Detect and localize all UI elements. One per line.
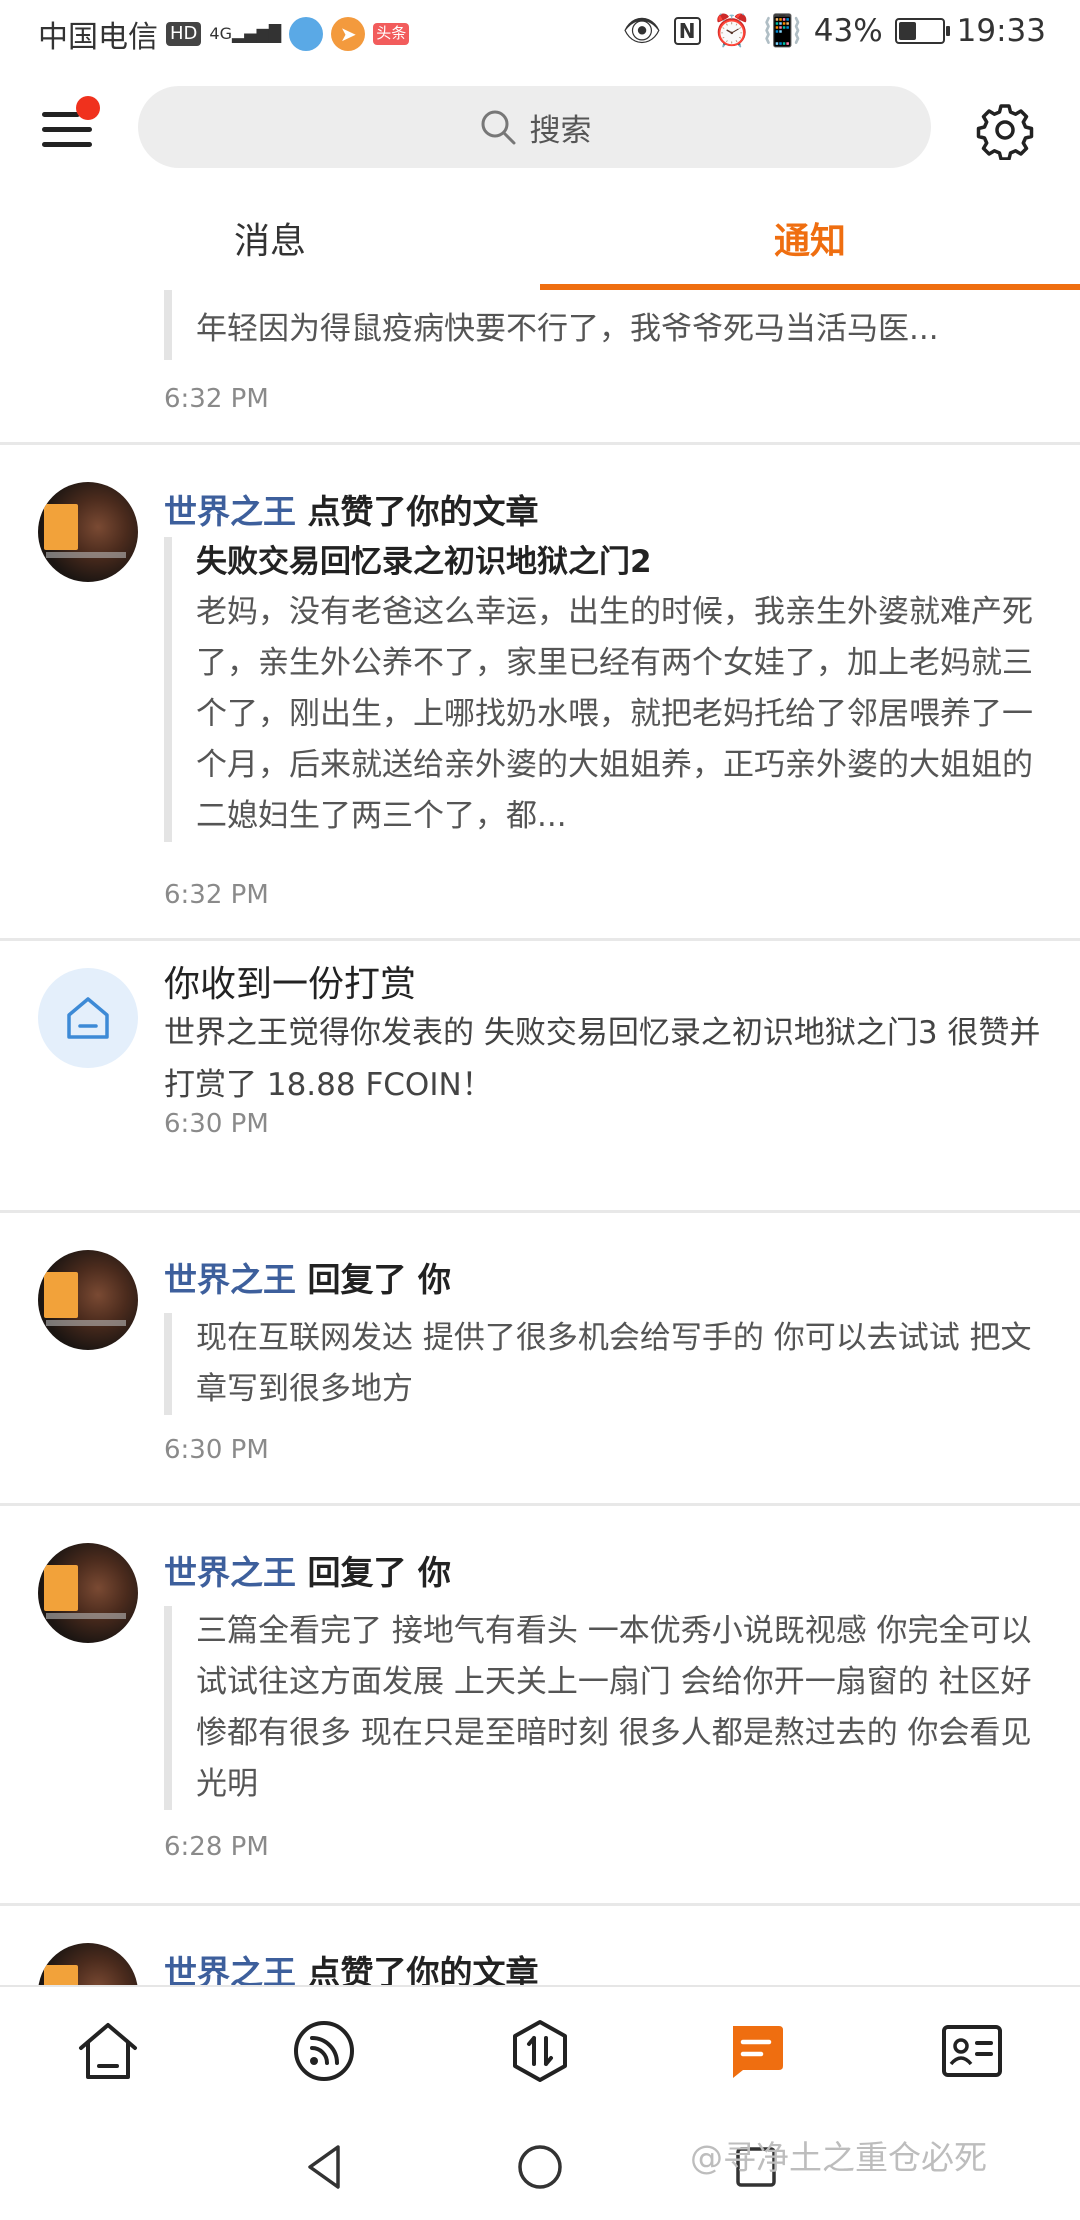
notification-heading: 世界之王 点赞了你的文章 [164,485,539,533]
quote-body: 老妈，没有老爸这么幸运，出生的时候，我亲生外婆就难产死了，亲生外公养不了，家里已… [196,594,1033,834]
tab-messages[interactable]: 消息 [0,200,540,284]
alarm-icon: ⏰ [712,13,752,49]
avatar-caption [46,1613,126,1619]
status-right: 👁 N ⏰ 📳 43% 19:33 [622,12,1046,50]
username-link[interactable]: 世界之王 [164,1953,296,1985]
timestamp: 6:30 PM [164,1435,269,1465]
search-bar[interactable]: 搜索 [138,86,931,168]
notification-icon [733,2026,783,2078]
feed-icon [294,2021,354,2081]
hd-badge: HD [166,22,202,46]
action-text: 点赞了你的文章 [307,492,539,531]
quote-block[interactable]: 现在互联网发达 提供了很多机会给写手的 你可以去试试 把文章写到很多地方 [164,1313,1056,1415]
notification-feed[interactable]: 年轻因为得鼠疫病快要不行了，我爷爷死马当活马医... 6:32 PM 世界之王 … [0,290,1080,1985]
bottom-navigation [0,1985,1080,2115]
vibrate-icon: 📳 [763,13,802,49]
quote-body: 现在互联网发达 提供了很多机会给写手的 你可以去试试 把文章写到很多地方 [196,1320,1032,1407]
list-item[interactable]: 世界之王 回复了 你 三篇全看完了 接地气有看头 一本优秀小说既视感 你完全可以… [0,1506,1080,1896]
action-text: 回复了 你 [307,1260,452,1299]
action-text: 回复了 你 [307,1553,452,1592]
notification-heading: 世界之王 点赞了你的文章 [164,1946,539,1985]
list-item[interactable]: 你收到一份打赏 世界之王觉得你发表的 失败交易回忆录之初识地狱之门3 很赞并打赏… [0,941,1080,1211]
gear-icon [976,104,1034,161]
menu-line [42,142,92,147]
profile-card-icon [942,2025,1002,2077]
watermark-text: @寻净土之重仓必死 [690,2138,987,2177]
avatar-caption [46,552,126,558]
username-link[interactable]: 世界之王 [164,1260,296,1299]
list-item[interactable]: 世界之王 回复了 你 现在互联网发达 提供了很多机会给写手的 你可以去试试 把文… [0,1213,1080,1503]
carrier-label: 中国电信 [38,20,158,55]
search-placeholder: 搜索 [529,112,592,149]
status-bar: 中国电信 HD 4G▂▄▆█ ➤ 头条 👁 N ⏰ 📳 43% 19:33 [0,0,1080,66]
back-button[interactable] [298,2139,354,2195]
reward-body: 世界之王觉得你发表的 失败交易回忆录之初识地狱之门3 很赞并打赏了 18.88 … [164,1015,1041,1103]
clock: 19:33 [956,12,1046,49]
battery-percent: 43% [813,12,883,49]
quote-body: 三篇全看完了 接地气有看头 一本优秀小说既视感 你完全可以试试往这方面发展 上天… [196,1613,1032,1802]
nav-feed[interactable] [284,2011,364,2091]
settings-button[interactable] [975,100,1035,161]
notification-heading: 世界之王 回复了 你 [164,1546,451,1594]
trade-icon [513,2020,567,2082]
timestamp: 6:28 PM [164,1832,269,1862]
signal-label: 4G [209,24,232,43]
notification-heading: 世界之王 回复了 你 [164,1253,451,1301]
list-item[interactable]: 世界之王 点赞了你的文章 失败交易回忆录之初识地狱之门2 老妈，没有老爸这么幸运… [0,445,1080,945]
avatar-book [44,1965,78,1985]
nav-trade[interactable] [500,2011,580,2091]
action-text: 点赞了你的文章 [307,1953,539,1985]
battery-icon [894,17,950,44]
list-item[interactable]: 年轻因为得鼠疫病快要不行了，我爷爷死马当活马医... 6:32 PM [0,290,1080,440]
quote-block[interactable]: 失败交易回忆录之初识地狱之门2 老妈，没有老爸这么幸运，出生的时候，我亲生外婆就… [164,537,1056,842]
username-link[interactable]: 世界之王 [164,492,296,531]
quote-body: 年轻因为得鼠疫病快要不行了，我爷爷死马当活马医... [196,311,939,347]
avatar[interactable] [38,1943,138,1985]
menu-button[interactable] [40,96,100,158]
back-icon [308,2145,340,2189]
toutiao-badge: 头条 [373,23,410,45]
tab-notifications[interactable]: 通知 [540,200,1080,284]
system-navigation-bar: @寻净土之重仓必死 [0,2113,1080,2220]
avatar-book [44,1272,78,1318]
quote-block: 年轻因为得鼠疫病快要不行了，我爷爷死马当活马医... [164,290,1056,360]
timestamp: 6:32 PM [164,880,269,910]
signal-icon: 4G▂▄▆█ [209,24,282,43]
list-item[interactable]: 世界之王 点赞了你的文章 [0,1906,1080,1985]
notification-dot [76,96,100,120]
home-button[interactable] [512,2139,568,2195]
article-title: 失败交易回忆录之初识地狱之门2 [196,544,652,580]
avatar-caption [46,1320,126,1326]
home-icon [79,2023,137,2079]
quote-block[interactable]: 三篇全看完了 接地气有看头 一本优秀小说既视感 你完全可以试试往这方面发展 上天… [164,1606,1056,1810]
circle-home-icon [518,2145,562,2189]
status-left: 中国电信 HD 4G▂▄▆█ ➤ 头条 [38,12,410,56]
search-icon [481,110,515,145]
nav-notifications[interactable] [716,2011,796,2091]
menu-line [42,127,92,132]
avatar[interactable] [38,1543,138,1643]
username-link[interactable]: 世界之王 [164,1553,296,1592]
nfc-icon: N [673,16,701,45]
home-notice-icon [67,997,109,1039]
nav-profile[interactable] [932,2011,1012,2091]
timestamp: 6:32 PM [164,384,269,414]
nav-home[interactable] [68,2011,148,2091]
menu-line [42,112,80,117]
top-header: 搜索 [0,80,1080,180]
eye-icon: 👁 [622,13,662,49]
battery-level [898,21,916,40]
reward-title: 你收到一份打赏 [164,964,417,1005]
tab-bar: 消息 通知 [0,200,1080,290]
avatar[interactable] [38,1250,138,1350]
avatar[interactable] [38,482,138,582]
avatar-book [44,504,78,550]
app-notification-icon [289,17,324,51]
telegram-icon: ➤ [331,17,366,51]
reward-avatar [38,968,138,1068]
timestamp: 6:30 PM [164,1109,269,1139]
avatar-book [44,1565,78,1611]
